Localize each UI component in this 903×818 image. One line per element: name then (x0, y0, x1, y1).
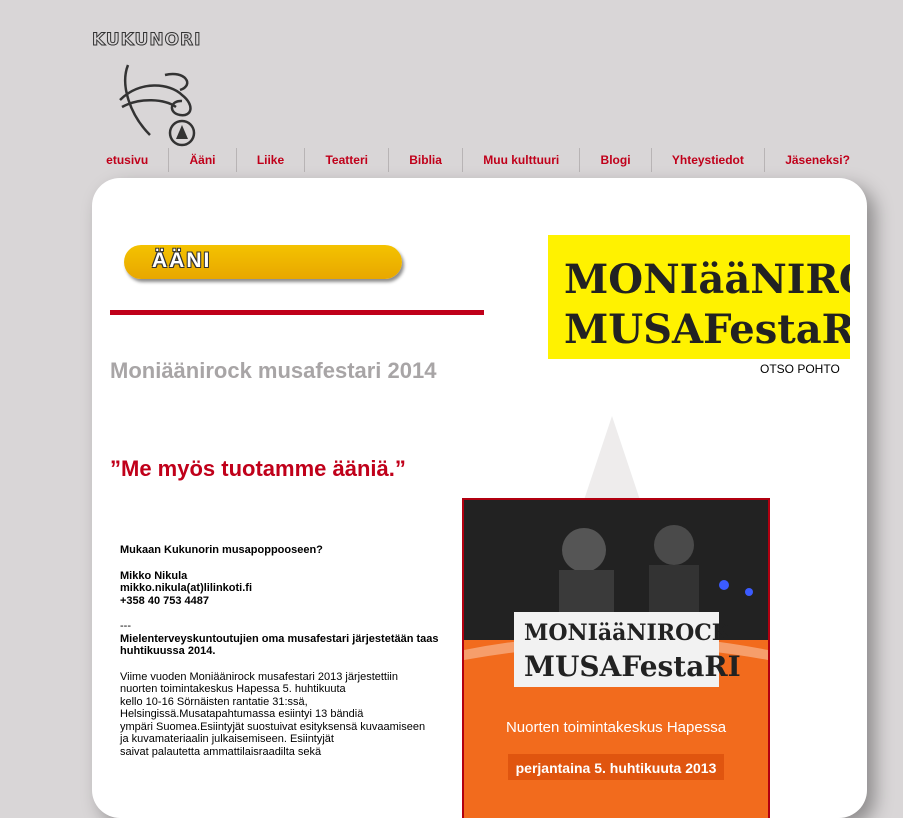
nav-item-biblia[interactable]: Biblia (389, 148, 464, 172)
poster-venue: Nuorten toimintakeskus Hapessa (506, 719, 727, 736)
nav-item-etusivu[interactable]: etusivu (86, 148, 170, 172)
nav-item-muu-kulttuuri[interactable]: Muu kulttuuri (463, 148, 581, 172)
nav-item-liike[interactable]: Liike (237, 148, 306, 172)
body-line: ympäri Suomea.Esiintyjät suostuivat esit… (120, 720, 426, 733)
poster-title2: MUSAFestaRI (524, 650, 741, 683)
nav-item-teatteri[interactable]: Teatteri (305, 148, 390, 172)
separator: --- (120, 620, 131, 632)
body-text: Mukaan Kukunorin musapoppooseen? Mikko N… (120, 544, 470, 758)
announcement: Mielenterveyskuntoutujien oma musafestar… (120, 632, 439, 658)
body-line: nuorten toimintakeskus Hapessa 5. huhtik… (120, 683, 346, 695)
body-line: Viime vuoden Moniäänirock musafestari 20… (120, 670, 398, 683)
join-heading: Mukaan Kukunorin musapoppooseen? (120, 544, 323, 556)
red-divider (110, 310, 484, 315)
festari-logo-art: MONIääNIROCK MUSAFestaRI (564, 256, 867, 353)
contact-email[interactable]: mikko.nikula(at)lilinkoti.fi (120, 582, 470, 595)
poster-title1: MONIääNIROCK (524, 620, 732, 646)
body-line: Helsingissä.Musatapahtumassa esiintyi 13… (120, 708, 364, 720)
festari-logo-line1: MONIääNIROCK (564, 256, 850, 303)
logo-credit: OTSO POHTO (760, 362, 840, 376)
nav-item-blogi[interactable]: Blogi (580, 148, 652, 172)
festari-logo-image: MONIääNIROCK MUSAFestaRI (548, 235, 867, 359)
trumpet-logo-icon (119, 64, 196, 147)
poster-art: MONIääNIROCK MUSAFestaRI Nuorten toimint… (464, 500, 768, 818)
nav-item-aani[interactable]: Ääni (169, 148, 237, 172)
tagline: ”Me myös tuotamme ääniä.” (110, 456, 406, 481)
nav-item-yhteystiedot[interactable]: Yhteystiedot (652, 148, 766, 172)
body-line: saivat palautetta ammattilaisraadilta se… (120, 745, 322, 758)
nav-item-jaseneksi[interactable]: Jäseneksi? (765, 148, 870, 172)
site-logo[interactable]: KUKUNORI (92, 30, 222, 152)
festari-logo-line2: MUSAFestaRI (564, 306, 850, 353)
body-line: ja kuvamateriaalin julkaisemiseen. Esiin… (120, 733, 334, 745)
body-line: kello 10-16 Sörnäisten rantatie 31:ssä, (120, 695, 308, 708)
main-nav: etusivu Ääni Liike Teatteri Biblia Muu k… (86, 148, 870, 172)
page-title: Moniäänirock musafestari 2014 (110, 358, 437, 383)
poster-date: perjantaina 5. huhtikuuta 2013 (516, 760, 717, 776)
section-badge-label: ÄÄNI (152, 249, 212, 272)
contact-name: Mikko Nikula (120, 569, 188, 582)
contact-phone: +358 40 753 4487 (120, 594, 210, 607)
logo-text: KUKUNORI (92, 30, 202, 51)
section-badge: ÄÄNI (124, 245, 402, 279)
event-poster-image[interactable]: MONIääNIROCK MUSAFestaRI Nuorten toimint… (462, 498, 770, 818)
content-panel: ÄÄNI Moniäänirock musafestari 2014 MONIä… (92, 178, 867, 818)
